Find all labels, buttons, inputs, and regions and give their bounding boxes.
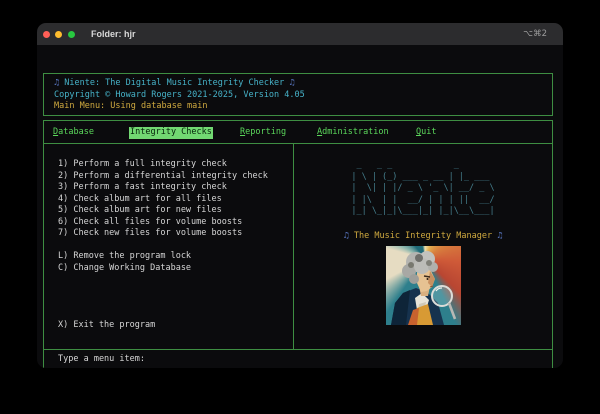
close-button[interactable] (43, 31, 50, 38)
beethoven-illustration (386, 246, 461, 325)
menu-item-reporting[interactable]: Reporting (240, 127, 286, 139)
window-titlebar[interactable]: Folder: hjr ⌥⌘2 (37, 23, 563, 45)
niente-ascii-banner: _ _ _ _ | \ | (_) ___ _ __ | |_ ___ | \|… (351, 160, 494, 218)
menu-item-database[interactable]: Database (53, 127, 94, 139)
menu-option-3[interactable]: 3) Perform a fast integrity check (58, 182, 293, 194)
zoom-button[interactable] (68, 31, 75, 38)
prompt-label: Type a menu item: (58, 354, 145, 364)
menu-item-administration[interactable]: Administration (317, 127, 389, 139)
desktop-background: Folder: hjr ⌥⌘2 ♫ Niente: The Digital Mu… (0, 0, 600, 414)
header-panel: ♫ Niente: The Digital Music Integrity Ch… (43, 73, 553, 116)
minimize-button[interactable] (55, 31, 62, 38)
menu-option-2[interactable]: 2) Perform a differential integrity chec… (58, 171, 293, 183)
brand-panel: _ _ _ _ | \ | (_) ___ _ __ | |_ ___ | \|… (294, 144, 552, 349)
main-menu-list: 1) Perform a full integrity check 2) Per… (44, 144, 294, 349)
main-panel: 1) Perform a full integrity check 2) Per… (43, 143, 553, 350)
menu-option-1[interactable]: 1) Perform a full integrity check (58, 159, 293, 171)
terminal-window: Folder: hjr ⌥⌘2 ♫ Niente: The Digital Mu… (37, 23, 563, 368)
prompt-bar[interactable]: Type a menu item: (43, 349, 553, 368)
window-title: Folder: hjr (91, 23, 136, 45)
tagline: ♫ The Music Integrity Manager ♫ (294, 231, 552, 243)
app-title: Niente: The Digital Music Integrity Chec… (59, 78, 289, 88)
menu-item-integrity-checks[interactable]: Integrity Checks (129, 127, 213, 139)
menu-option-5[interactable]: 5) Check album art for new files (58, 205, 293, 217)
menu-bar: Database Integrity Checks Reporting Admi… (43, 120, 553, 144)
menu-option-change-db[interactable]: C) Change Working Database (58, 263, 293, 275)
traffic-lights (37, 31, 75, 38)
menu-option-4[interactable]: 4) Check album art for all files (58, 194, 293, 206)
tagline-text: The Music Integrity Manager (349, 231, 497, 241)
app-title-line: ♫ Niente: The Digital Music Integrity Ch… (54, 78, 552, 90)
menu-option-7[interactable]: 7) Check new files for volume boosts (58, 228, 293, 240)
menu-option-6[interactable]: 6) Check all files for volume boosts (58, 217, 293, 229)
status-line: Main Menu: Using database main (54, 101, 552, 113)
copyright-line: Copyright © Howard Rogers 2021-2025, Ver… (54, 90, 552, 102)
window-shortcut-badge: ⌥⌘2 (523, 23, 547, 45)
terminal-screen: ♫ Niente: The Digital Music Integrity Ch… (37, 45, 563, 368)
menu-option-exit[interactable]: X) Exit the program (58, 320, 293, 332)
menu-item-quit[interactable]: Quit (416, 127, 436, 139)
menu-option-lock[interactable]: L) Remove the program lock (58, 251, 293, 263)
beethoven-image (386, 246, 461, 325)
music-note-icon: ♫ (289, 78, 294, 88)
music-note-icon: ♫ (497, 231, 502, 241)
